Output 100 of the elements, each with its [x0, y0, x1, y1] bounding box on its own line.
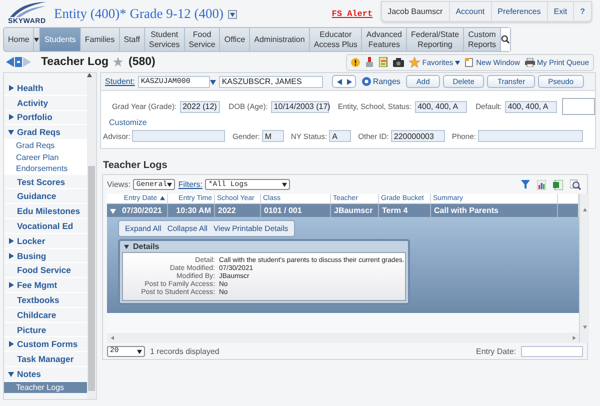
search-icon	[501, 35, 510, 44]
next-arrow-icon	[346, 78, 352, 84]
caret-icon	[210, 78, 216, 84]
student-name-field[interactable]: KASZUBSCR, JAMES	[218, 76, 323, 88]
table-cell: 0101 / 001	[261, 204, 331, 217]
star-icon	[409, 56, 420, 68]
collapse-arrow-icon	[8, 370, 14, 377]
sidebar-item[interactable]: Endorsements	[4, 163, 87, 175]
collapse-arrow-icon	[8, 129, 14, 136]
user-menu-link[interactable]: Preferences	[490, 2, 547, 21]
user-menu-link[interactable]: Account	[448, 2, 491, 21]
search-button[interactable]	[501, 28, 512, 51]
entity-title: Entity (400)* Grade 9-12 (400)	[54, 6, 224, 22]
caret-icon	[167, 182, 172, 187]
entry-date-label: Entry Date:	[476, 346, 516, 356]
nav-tab[interactable]: Student Services	[145, 28, 185, 51]
sidebar-scrollbar[interactable]	[87, 73, 96, 399]
nav-tab[interactable]: Federal/State Reporting	[407, 28, 464, 51]
nav-tab[interactable]: Administration	[250, 28, 310, 51]
alert-icon[interactable]	[351, 58, 360, 66]
column-header-blank	[558, 194, 579, 204]
user-menu-link[interactable]: Exit	[546, 2, 574, 21]
student-link[interactable]: Student:	[105, 77, 135, 86]
sidebar-item[interactable]: Portfolio	[4, 110, 87, 126]
caret-icon	[34, 37, 40, 42]
ranges-link[interactable]: Ranges	[362, 77, 400, 86]
table-cell	[558, 204, 579, 217]
alert-link[interactable]: FS Alert	[332, 9, 373, 19]
nav-tab[interactable]: Staff	[120, 28, 146, 51]
caret-icon	[282, 182, 288, 187]
camera-icon[interactable]	[393, 58, 404, 66]
nav-tab[interactable]: Home	[4, 28, 34, 51]
expand-arrow-icon	[8, 341, 14, 348]
field-value: M	[262, 130, 284, 142]
menu-icon[interactable]	[15, 57, 22, 67]
sidebar-item[interactable]: Picture	[4, 322, 87, 338]
entry-date-field[interactable]	[521, 346, 583, 356]
printer-icon	[524, 58, 535, 66]
notepad-icon[interactable]	[379, 57, 388, 67]
zoom-icon[interactable]	[570, 179, 581, 190]
chart-icon[interactable]	[537, 180, 546, 190]
customize-link[interactable]: Customize	[109, 118, 147, 127]
window-icon	[465, 58, 474, 66]
nav-tab[interactable]: Educator Access Plus	[310, 28, 362, 51]
field-value: 2022 (12)	[180, 100, 220, 112]
table-cell: Term 4	[379, 204, 431, 217]
expand-arrow-icon	[8, 84, 14, 91]
details-header[interactable]: Details	[120, 241, 408, 252]
flag-icon[interactable]	[365, 57, 374, 67]
table-cell: 2022	[215, 204, 261, 217]
scroll-down-icon	[582, 325, 586, 329]
entity-dropdown[interactable]	[228, 10, 238, 19]
sort-ascending-icon	[160, 196, 165, 201]
nav-tab[interactable]: Office	[220, 28, 250, 51]
sidebar-item[interactable]: Teacher Logs	[4, 382, 87, 394]
spreadsheet-icon[interactable]	[553, 180, 563, 190]
field-value: A	[329, 130, 352, 142]
records-count: 1 records displayed	[150, 346, 220, 356]
back-arrow-icon[interactable]	[6, 57, 14, 67]
caret-icon	[230, 12, 236, 17]
field-value: 220000003	[390, 130, 445, 142]
table-cell: Call with Parents	[431, 204, 558, 217]
table-cell: 07/30/2021	[107, 204, 168, 217]
collapse-arrow-icon	[110, 208, 116, 214]
star-icon[interactable]	[112, 57, 123, 67]
filter-icon[interactable]	[521, 180, 530, 189]
section-heading: Teacher Logs	[103, 160, 168, 171]
expand-arrow-icon	[8, 252, 14, 259]
caret-icon	[137, 348, 142, 354]
user-menu-link[interactable]: ?	[573, 2, 591, 21]
scroll-up-icon	[87, 73, 92, 78]
scroll-left-icon	[110, 336, 114, 340]
nav-tab[interactable]: Food Service	[184, 28, 220, 51]
field-value: 10/14/2003 (17)	[270, 100, 329, 112]
field-value: 400, 400, A	[414, 100, 467, 112]
record-nav-button[interactable]	[332, 75, 356, 88]
collapse-arrow-icon	[124, 244, 129, 249]
scroll-right-icon	[572, 336, 576, 340]
sidebar-item[interactable]: Busing	[4, 248, 87, 264]
filters-link[interactable]: Filters:	[178, 180, 202, 189]
vertical-scrollbar[interactable]	[579, 194, 589, 343]
sidebar-item[interactable]: Test Scores	[4, 174, 87, 190]
table-cell: 10:30 AM	[168, 204, 215, 217]
views-label: Views:	[107, 180, 130, 189]
field-value: 400, 400, A	[504, 100, 557, 112]
record-count: (580)	[128, 56, 156, 68]
scroll-up-icon	[582, 208, 586, 212]
expand-arrow-icon	[8, 114, 14, 120]
expand-arrow-icon	[8, 238, 14, 244]
expand-arrow-icon	[8, 282, 14, 288]
sidebar-item[interactable]: Career Plan	[4, 152, 87, 164]
sidebar-item[interactable]: Grad Reqs	[4, 140, 87, 152]
caret-icon	[455, 60, 460, 64]
page-title: Teacher Log	[41, 56, 109, 68]
table-cell: JBaumscr	[331, 204, 379, 217]
previous-arrow-icon	[336, 78, 342, 84]
nav-tab[interactable]: Families	[80, 28, 120, 51]
horizontal-scrollbar[interactable]	[107, 333, 579, 343]
student-dropdown[interactable]	[210, 78, 216, 84]
nav-tab[interactable]: Advanced Features	[362, 28, 407, 51]
